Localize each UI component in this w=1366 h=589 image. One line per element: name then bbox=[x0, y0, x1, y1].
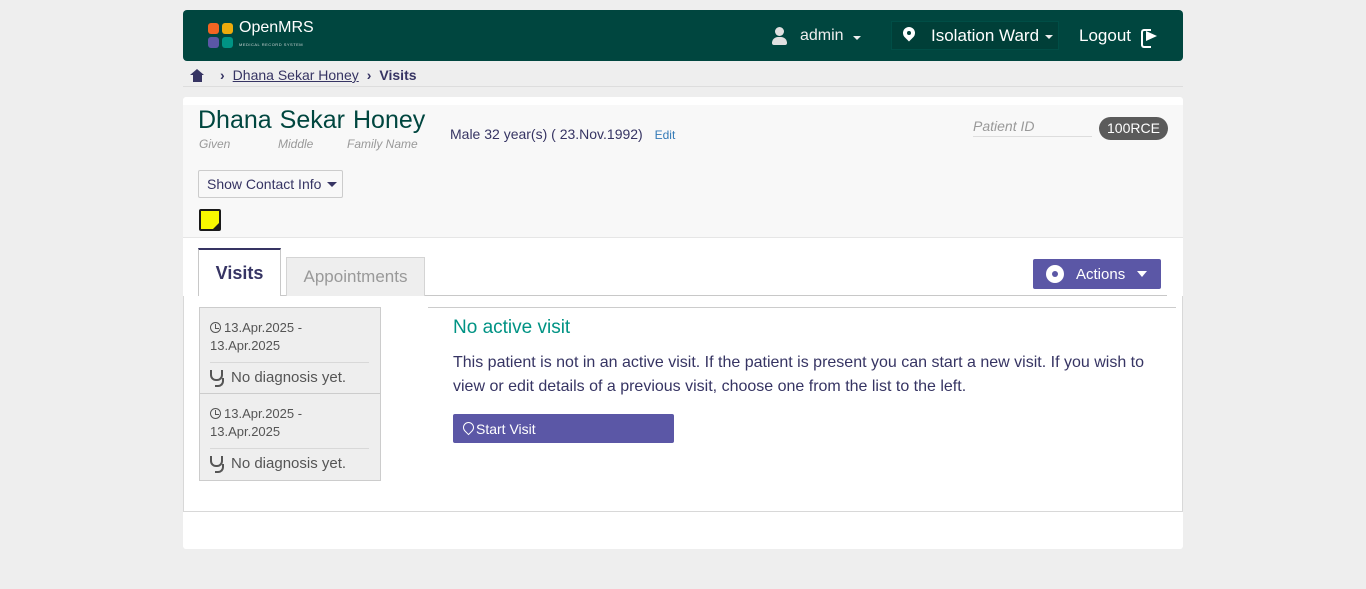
patient-dashboard-card: Dhana Sekar Honey Given Middle Family Na… bbox=[183, 97, 1183, 549]
logo-mark-icon bbox=[208, 23, 234, 49]
map-marker-icon bbox=[463, 422, 472, 435]
home-icon[interactable] bbox=[190, 68, 205, 82]
family-label: Family Name bbox=[347, 137, 418, 151]
caret-down-icon bbox=[1137, 271, 1148, 277]
openmrs-logo[interactable]: OpenMRS MEDICAL RECORD SYSTEM bbox=[208, 18, 314, 50]
map-pin-icon bbox=[903, 27, 915, 44]
logout-label: Logout bbox=[1079, 26, 1131, 45]
visit-divider bbox=[210, 448, 369, 449]
visit-diagnosis: No diagnosis yet. bbox=[210, 455, 346, 473]
patient-id-label: Patient ID bbox=[973, 118, 1092, 137]
no-active-visit-message: This patient is not in an active visit. … bbox=[453, 354, 1144, 395]
visit-diagnosis: No diagnosis yet. bbox=[210, 369, 346, 387]
start-visit-label: Start Visit bbox=[476, 420, 536, 437]
location-selector[interactable]: Isolation Ward bbox=[891, 21, 1059, 50]
patient-header: Dhana Sekar Honey Given Middle Family Na… bbox=[183, 105, 1183, 238]
visit-list-item[interactable]: 13.Apr.2025 - 13.Apr.2025 No diagnosis y… bbox=[199, 307, 381, 394]
tab-appointments[interactable]: Appointments bbox=[286, 257, 425, 296]
breadcrumb-current: Visits bbox=[379, 67, 417, 83]
clock-icon bbox=[210, 408, 221, 419]
breadcrumb-divider bbox=[183, 86, 1183, 87]
logo-text: OpenMRS MEDICAL RECORD SYSTEM bbox=[239, 18, 314, 47]
show-contact-info-button[interactable]: Show Contact Info bbox=[198, 170, 343, 198]
patient-id-badge: 100RCE bbox=[1099, 117, 1168, 140]
demographics-text: Male 32 year(s) ( 23.Nov.1992) bbox=[450, 126, 643, 142]
chevron-down-icon bbox=[852, 35, 861, 40]
user-icon bbox=[771, 27, 789, 45]
sign-out-icon bbox=[1141, 28, 1158, 48]
top-header: OpenMRS MEDICAL RECORD SYSTEM admin Isol… bbox=[183, 10, 1183, 61]
middle-label: Middle bbox=[278, 137, 314, 151]
actions-label: Actions bbox=[1076, 265, 1126, 283]
chevron-right-icon: › bbox=[366, 67, 372, 83]
visit-divider bbox=[210, 362, 369, 363]
visit-list: 13.Apr.2025 - 13.Apr.2025 No diagnosis y… bbox=[199, 307, 381, 481]
location-name: Isolation Ward bbox=[931, 25, 1040, 45]
visit-dates: 13.Apr.2025 - 13.Apr.2025 bbox=[210, 406, 303, 439]
no-visit-divider bbox=[428, 307, 1176, 308]
contact-info-label: Show Contact Info bbox=[207, 176, 322, 192]
chevron-right-icon: › bbox=[220, 67, 225, 83]
logout-link[interactable]: Logout bbox=[1079, 24, 1158, 48]
clock-icon bbox=[210, 322, 221, 333]
user-menu[interactable]: admin bbox=[771, 24, 861, 48]
start-visit-button[interactable]: Start Visit bbox=[453, 414, 674, 443]
user-name: admin bbox=[800, 27, 844, 44]
patient-demographics: Male 32 year(s) ( 23.Nov.1992) Edit bbox=[450, 126, 675, 142]
given-name: Dhana bbox=[198, 106, 272, 134]
edit-demographics-link[interactable]: Edit bbox=[655, 128, 676, 142]
middle-name: Sekar bbox=[279, 106, 345, 134]
breadcrumb: › Dhana Sekar Honey › Visits bbox=[190, 66, 417, 84]
given-label: Given bbox=[199, 137, 231, 151]
stethoscope-icon bbox=[210, 369, 224, 387]
actions-button[interactable]: Actions bbox=[1033, 259, 1161, 289]
tab-visits[interactable]: Visits bbox=[198, 248, 281, 296]
no-active-visit-title: No active visit bbox=[453, 317, 571, 338]
breadcrumb-patient-link[interactable]: Dhana Sekar Honey bbox=[233, 67, 359, 83]
visit-dates: 13.Apr.2025 - 13.Apr.2025 bbox=[210, 320, 303, 353]
sticky-note-icon[interactable] bbox=[199, 209, 221, 231]
patient-name: Dhana Sekar Honey bbox=[198, 106, 433, 135]
visit-list-item[interactable]: 13.Apr.2025 - 13.Apr.2025 No diagnosis y… bbox=[199, 394, 381, 481]
caret-down-icon bbox=[327, 181, 338, 187]
chevron-down-icon bbox=[1045, 35, 1054, 39]
gear-icon bbox=[1048, 267, 1062, 281]
family-name: Honey bbox=[352, 106, 426, 134]
stethoscope-icon bbox=[210, 455, 224, 473]
